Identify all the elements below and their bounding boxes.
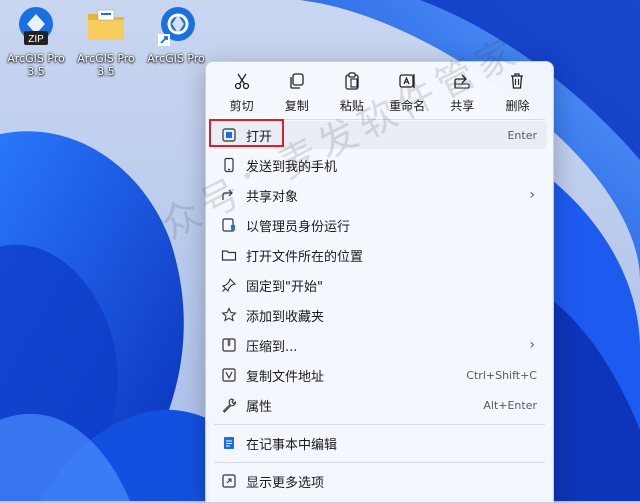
menu-item-show-more-options[interactable]: 显示更多选项: [212, 467, 547, 495]
menu-item-shortcut: Ctrl+Shift+C: [466, 368, 537, 382]
menu-item-share-with[interactable]: 共享对象 ›: [212, 181, 547, 209]
copy-path-icon: [220, 366, 238, 384]
menu-item-label: 复制文件地址: [246, 369, 325, 385]
copy-button[interactable]: 复制: [269, 66, 324, 118]
menu-item-shortcut: Alt+Enter: [483, 398, 537, 412]
menu-item-label: 以管理员身份运行: [246, 219, 351, 235]
desktop-icon-label: ArcGIS Pro: [147, 52, 205, 65]
cut-label: 剪切: [229, 98, 254, 113]
menu-item-compress-to[interactable]: 压缩到... ›: [212, 331, 547, 359]
context-menu: 剪切 复制 粘贴 重命名 共享 删除 打开 Enter 发送到我的手机 共享对象…: [205, 61, 554, 503]
rename-label: 重命名: [389, 98, 426, 113]
menu-item-label: 打开: [246, 129, 273, 145]
pin-icon: [220, 276, 238, 294]
folder-icon: [84, 4, 128, 48]
rename-button[interactable]: 重命名: [380, 66, 435, 118]
context-menu-toolbar: 剪切 复制 粘贴 重命名 共享 删除: [214, 66, 545, 118]
arcgis-pro-icon: [154, 4, 198, 48]
desktop-icon-arcgis-zip[interactable]: ZIP ArcGIS Pro 3.5: [2, 4, 70, 78]
archive-icon: [220, 336, 238, 354]
submenu-chevron-icon: ›: [529, 337, 535, 353]
wrench-icon: [220, 396, 238, 414]
toolbar-divider: [214, 119, 545, 120]
menu-item-label: 共享对象: [246, 189, 299, 205]
menu-item-label: 属性: [246, 399, 273, 415]
menu-item-properties[interactable]: 属性 Alt+Enter: [212, 391, 547, 419]
clipboard-icon: [345, 71, 359, 90]
menu-item-pin-to-start[interactable]: 固定到"开始": [212, 271, 547, 299]
menu-item-add-to-favorites[interactable]: 添加到收藏夹: [212, 301, 547, 329]
paste-button[interactable]: 粘贴: [324, 66, 379, 118]
menu-item-label: 压缩到...: [246, 339, 298, 355]
share-icon: [454, 74, 470, 89]
delete-button[interactable]: 删除: [490, 66, 545, 118]
submenu-chevron-icon: ›: [529, 187, 535, 203]
paste-label: 粘贴: [339, 98, 364, 113]
notepad-icon: [220, 434, 238, 452]
menu-divider: [214, 424, 545, 425]
open-window-icon: [220, 126, 238, 144]
menu-item-open[interactable]: 打开 Enter: [212, 121, 547, 149]
cut-button[interactable]: 剪切: [214, 66, 269, 118]
scissors-icon: [234, 73, 249, 89]
menu-item-label: 打开文件所在的位置: [246, 249, 364, 265]
menu-item-edit-in-notepad[interactable]: 在记事本中编辑: [212, 429, 547, 457]
trash-icon: [511, 72, 524, 89]
zip-archive-icon: ZIP: [14, 4, 58, 48]
star-icon: [220, 306, 238, 324]
menu-item-label: 固定到"开始": [246, 279, 323, 295]
phone-icon: [220, 156, 238, 174]
menu-item-label: 显示更多选项: [246, 475, 325, 491]
share-icon: [220, 186, 238, 204]
zip-badge: ZIP: [28, 34, 44, 45]
desktop-icon-label: ArcGIS Pro 3.5: [7, 52, 65, 78]
menu-item-label: 添加到收藏夹: [246, 309, 325, 325]
copy-label: 复制: [284, 98, 309, 113]
menu-item-label: 发送到我的手机: [246, 159, 338, 175]
menu-item-run-as-admin[interactable]: 以管理员身份运行: [212, 211, 547, 239]
menu-item-shortcut: Enter: [507, 128, 537, 142]
menu-item-send-to-phone[interactable]: 发送到我的手机: [212, 151, 547, 179]
desktop-icon-label: ArcGIS Pro 3.5: [77, 52, 135, 78]
more-options-icon: [220, 472, 238, 490]
shield-icon: [220, 216, 238, 234]
menu-item-open-file-location[interactable]: 打开文件所在的位置: [212, 241, 547, 269]
desktop-icon-arcgis-shortcut[interactable]: ArcGIS Pro: [142, 4, 210, 65]
menu-item-copy-as-path[interactable]: 复制文件地址 Ctrl+Shift+C: [212, 361, 547, 389]
menu-divider: [214, 462, 545, 463]
menu-item-label: 在记事本中编辑: [246, 437, 338, 453]
folder-icon: [220, 246, 238, 264]
delete-label: 删除: [505, 98, 530, 113]
share-label: 共享: [450, 98, 475, 113]
share-button[interactable]: 共享: [435, 66, 490, 118]
rename-icon: [399, 73, 415, 88]
copy-icon: [290, 72, 304, 89]
desktop-icon-arcgis-folder[interactable]: ArcGIS Pro 3.5: [72, 4, 140, 78]
